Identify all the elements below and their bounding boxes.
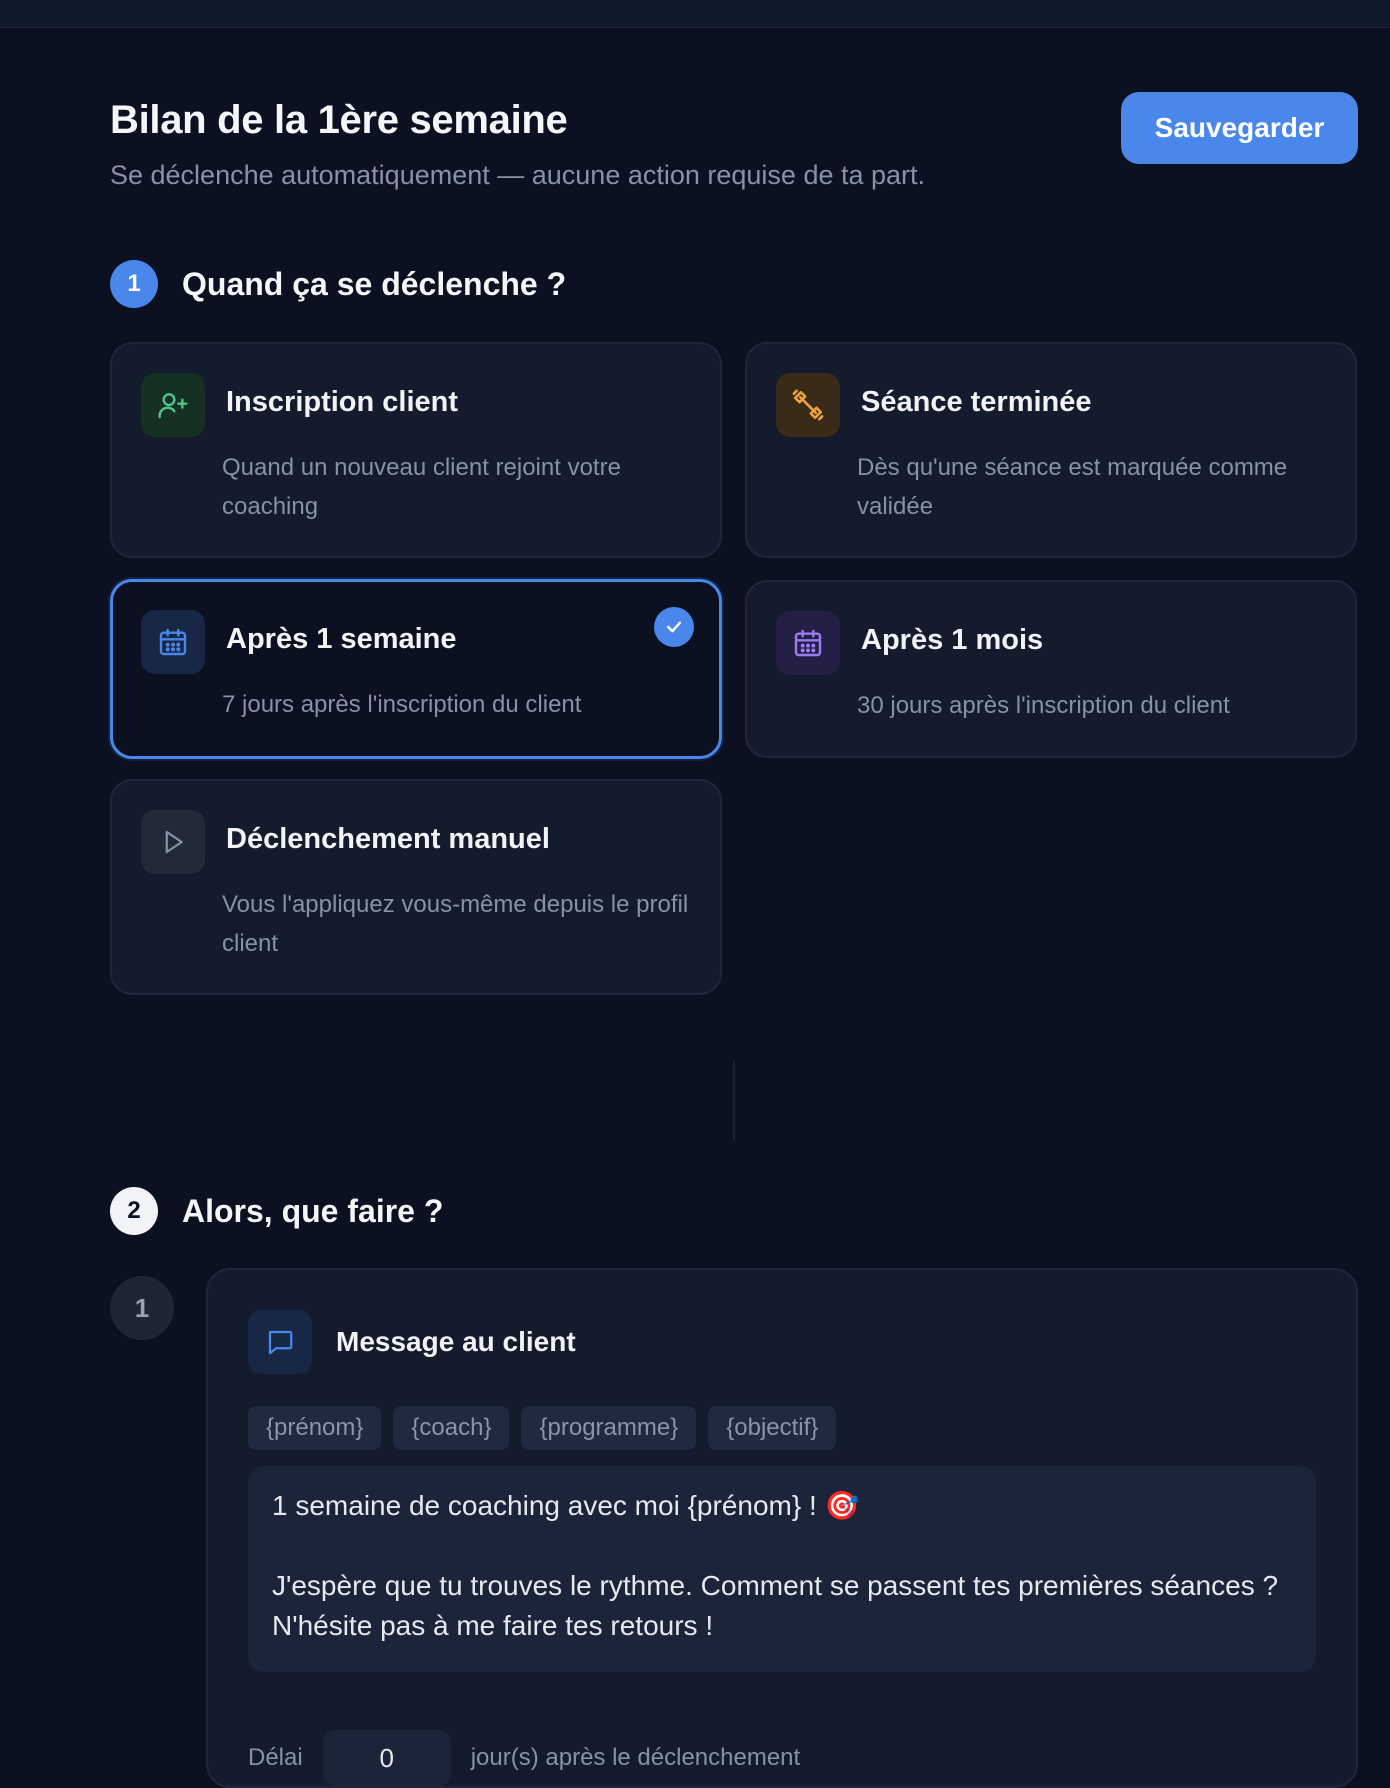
page-subtitle: Se déclenche automatiquement — aucune ac…: [110, 160, 926, 190]
trigger-step-header: 1 Quand ça se déclenche ?: [110, 260, 566, 308]
action-number-badge: 1: [110, 1276, 174, 1340]
message-line: 1 semaine de coaching avec moi {prénom} …: [272, 1490, 860, 1521]
variable-tags: {prénom} {coach} {programme} {objectif}: [248, 1406, 837, 1450]
option-title: Après 1 semaine: [226, 623, 457, 655]
step-number-badge: 2: [110, 1187, 158, 1235]
step-number-badge: 1: [110, 260, 158, 308]
variable-tag-objectif[interactable]: {objectif}: [708, 1406, 837, 1450]
option-title: Après 1 mois: [861, 624, 1044, 656]
save-button[interactable]: Sauvegarder: [1121, 92, 1358, 164]
action-title: Message au client: [336, 1326, 576, 1357]
message-icon: [248, 1310, 312, 1374]
delay-row: Délai jour(s) après le déclenchement: [248, 1730, 800, 1786]
calendar-icon: [776, 611, 840, 675]
trigger-option-inscription[interactable]: Inscription client Quand un nouveau clie…: [110, 342, 722, 558]
trigger-option-seance[interactable]: Séance terminée Dès qu'une séance est ma…: [745, 342, 1357, 558]
option-description: 30 jours après l'inscription du client: [857, 692, 1230, 719]
step-title: Alors, que faire ?: [182, 1192, 444, 1229]
option-description: Quand un nouveau client rejoint votre co…: [222, 454, 621, 520]
message-textarea[interactable]: 1 semaine de coaching avec moi {prénom} …: [248, 1466, 1316, 1672]
automation-editor: Bilan de la 1ère semaine Se déclenche au…: [0, 28, 1390, 1788]
option-title: Séance terminée: [861, 386, 1092, 418]
action-card-message: Message au client {prénom} {coach} {prog…: [206, 1268, 1358, 1788]
top-bar: [0, 0, 1390, 28]
option-description: 7 jours après l'inscription du client: [222, 691, 582, 718]
step-title: Quand ça se déclenche ?: [182, 265, 567, 302]
dumbbell-icon: [776, 373, 840, 437]
variable-tag-coach[interactable]: {coach}: [393, 1406, 510, 1450]
variable-tag-prenom[interactable]: {prénom}: [248, 1406, 382, 1450]
user-plus-icon: [141, 373, 205, 437]
calendar-icon: [141, 610, 205, 674]
option-description: Vous l'appliquez vous-même depuis le pro…: [222, 891, 689, 957]
action-step-header: 2 Alors, que faire ?: [110, 1187, 443, 1235]
option-title: Inscription client: [226, 386, 459, 418]
message-line: J'espère que tu trouves le rythme. Comme…: [272, 1570, 1279, 1641]
option-title: Déclenchement manuel: [226, 823, 550, 855]
page-title: Bilan de la 1ère semaine: [110, 98, 568, 142]
delay-suffix: jour(s) après le déclenchement: [470, 1744, 801, 1771]
delay-prefix: Délai: [248, 1744, 303, 1771]
check-icon: [654, 607, 694, 647]
step-connector: [733, 1061, 735, 1141]
option-description: Dès qu'une séance est marquée comme vali…: [857, 454, 1288, 520]
trigger-option-month[interactable]: Après 1 mois 30 jours après l'inscriptio…: [745, 580, 1357, 758]
play-icon: [141, 810, 205, 874]
trigger-option-week[interactable]: Après 1 semaine 7 jours après l'inscript…: [110, 579, 722, 759]
variable-tag-programme[interactable]: {programme}: [521, 1406, 697, 1450]
trigger-option-manual[interactable]: Déclenchement manuel Vous l'appliquez vo…: [110, 779, 722, 995]
delay-input[interactable]: [322, 1730, 451, 1786]
